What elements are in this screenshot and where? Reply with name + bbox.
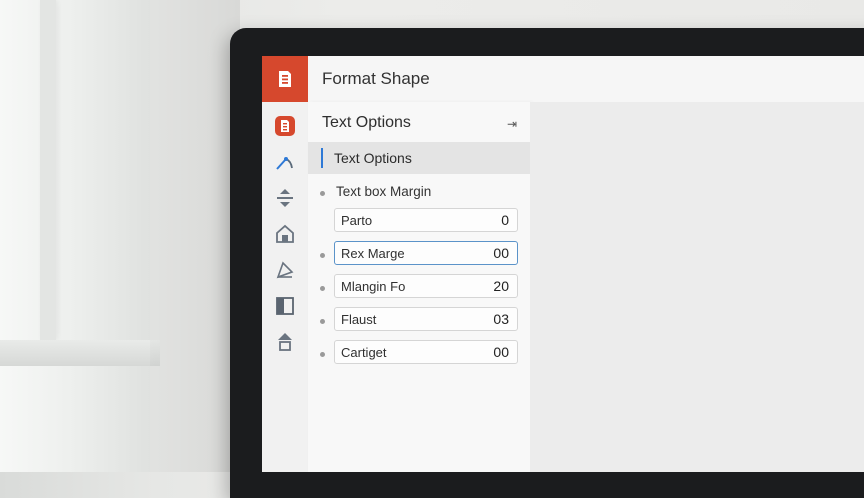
window-title: Format Shape bbox=[322, 69, 430, 88]
icon-rail bbox=[262, 102, 309, 472]
field-bullet bbox=[320, 286, 325, 291]
section-label: Text box Margin bbox=[336, 184, 432, 199]
layout-icon[interactable] bbox=[273, 294, 297, 318]
field-value[interactable]: 0 bbox=[501, 212, 509, 228]
background-window-frame bbox=[40, 0, 56, 340]
field-label: Mlangin Fo bbox=[341, 279, 406, 294]
field-bullet bbox=[320, 253, 325, 258]
field-label: Cartiget bbox=[341, 345, 387, 360]
field-value[interactable]: 20 bbox=[493, 278, 509, 294]
slide-canvas[interactable] bbox=[530, 102, 864, 472]
edit-shape-icon[interactable] bbox=[273, 258, 297, 282]
home-shape-icon[interactable] bbox=[273, 222, 297, 246]
shape-icon[interactable] bbox=[273, 114, 297, 138]
field-value[interactable]: 00 bbox=[493, 245, 509, 261]
field-bullet bbox=[320, 319, 325, 324]
collapse-icon[interactable]: ⇥ bbox=[504, 116, 520, 132]
background-wall bbox=[150, 0, 240, 472]
app-screen: Format Shape Text Options ⇥ Text Options… bbox=[262, 56, 864, 472]
field-bullet bbox=[320, 352, 325, 357]
title-bar: Format Shape bbox=[262, 56, 864, 103]
tab-text-options[interactable]: Text Options bbox=[308, 142, 530, 174]
panel-title: Text Options bbox=[322, 114, 411, 131]
background-window-sill bbox=[0, 340, 160, 366]
margin-field[interactable]: Mlangin Fo 20 bbox=[334, 274, 518, 298]
section-bullet bbox=[320, 191, 325, 196]
field-value[interactable]: 00 bbox=[493, 344, 509, 360]
line-curve-icon[interactable] bbox=[273, 150, 297, 174]
field-label: Rex Marge bbox=[341, 246, 405, 261]
presentation-app-icon[interactable] bbox=[262, 56, 308, 102]
background-window bbox=[0, 0, 150, 472]
field-label: Flaust bbox=[341, 312, 377, 327]
align-icon[interactable] bbox=[273, 186, 297, 210]
field-label: Parto bbox=[341, 213, 373, 228]
tab-label: Text Options bbox=[334, 150, 412, 166]
margin-field[interactable]: Cartiget 00 bbox=[334, 340, 518, 364]
margin-field[interactable]: Flaust 03 bbox=[334, 307, 518, 331]
field-value[interactable]: 03 bbox=[493, 311, 509, 327]
arrange-icon[interactable] bbox=[273, 330, 297, 354]
margin-field-selected[interactable]: Rex Marge 00 bbox=[334, 241, 518, 265]
margin-field[interactable]: Parto 0 bbox=[334, 208, 518, 232]
format-panel: Text Options ⇥ Text Options Text box Mar… bbox=[308, 102, 531, 472]
tab-active-indicator bbox=[321, 148, 323, 168]
